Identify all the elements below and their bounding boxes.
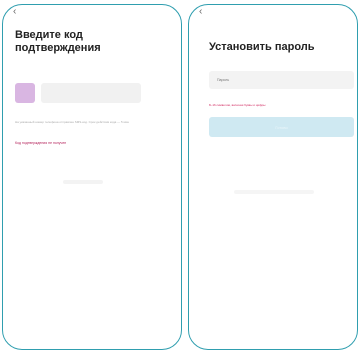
code-digit-fields[interactable]: [41, 83, 141, 103]
faint-placeholder: [63, 180, 103, 184]
password-input[interactable]: [209, 71, 354, 89]
verification-code-screen: ‹ Введите код подтверждения На указанный…: [2, 4, 182, 350]
resend-code-link[interactable]: Код подтверждения не получен: [15, 141, 66, 145]
page-title: Установить пароль: [209, 41, 315, 53]
page-title: Введите код подтверждения: [15, 29, 101, 54]
back-arrow-icon[interactable]: ‹: [199, 7, 202, 17]
back-arrow-icon[interactable]: ‹: [13, 7, 16, 17]
code-digit-field[interactable]: [15, 83, 35, 103]
password-hint: 8–16 символов, включая буквы и цифры: [209, 103, 266, 107]
submit-button[interactable]: Готово: [209, 117, 354, 137]
faint-placeholder: [234, 190, 314, 194]
code-input-row[interactable]: [15, 83, 145, 105]
set-password-screen: ‹ Установить пароль 8–16 символов, включ…: [188, 4, 358, 350]
sms-info-text: На указанный номер телефона отправлен SM…: [15, 120, 129, 124]
